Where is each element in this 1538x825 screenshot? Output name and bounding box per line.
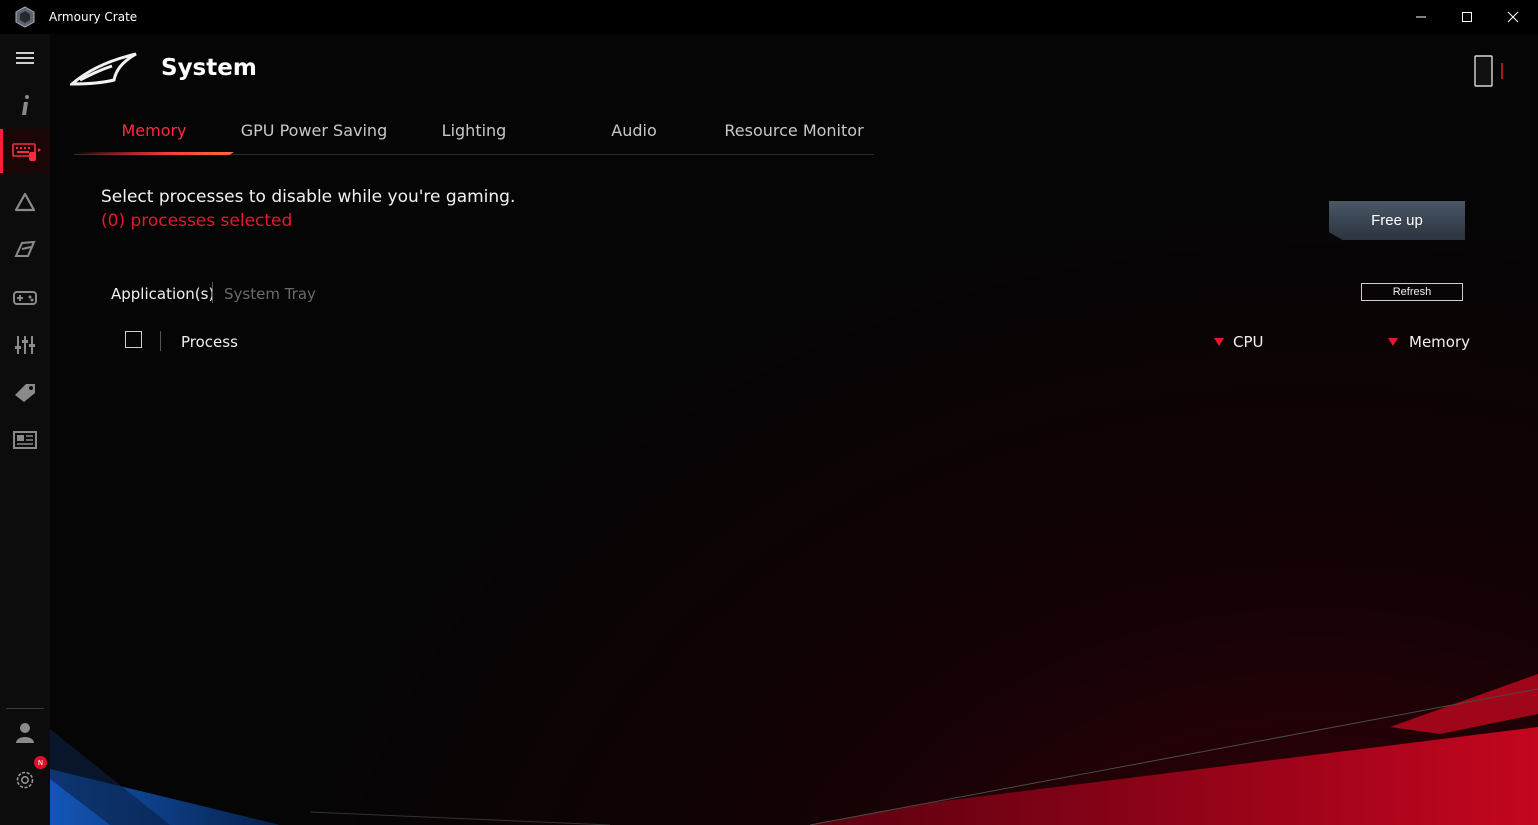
armoury-crate-logo-icon [15, 6, 35, 28]
column-header-memory-label: Memory [1409, 333, 1471, 351]
instruction-text: Select processes to disable while you're… [101, 187, 516, 207]
tab-audio[interactable]: Audio [554, 121, 714, 140]
sidebar-item-info[interactable] [0, 83, 50, 127]
subtab-divider [212, 282, 213, 303]
window-title: Armoury Crate [49, 10, 138, 24]
selected-count: (0) processes selected [101, 211, 293, 231]
maximize-button[interactable] [1444, 0, 1490, 34]
subtab-applications[interactable]: Application(s) [111, 285, 214, 303]
sort-down-icon [1388, 338, 1398, 346]
gamepad-icon [13, 291, 37, 305]
sidebar-item-system[interactable] [0, 129, 50, 173]
sidebar-item-aura[interactable] [0, 180, 50, 224]
sidebar-menu-button[interactable] [0, 36, 50, 80]
tab-bar: Memory GPU Power Saving Lighting Audio R… [74, 118, 874, 155]
sidebar-item-game-library[interactable] [0, 275, 50, 319]
column-divider [160, 331, 161, 351]
sliders-icon [15, 336, 35, 354]
info-icon [22, 95, 29, 115]
sidebar-item-scenario[interactable] [0, 227, 50, 271]
close-button[interactable] [1490, 0, 1536, 34]
tab-resource-monitor[interactable]: Resource Monitor [714, 121, 874, 140]
sort-down-icon [1214, 338, 1224, 346]
sidebar-item-user[interactable] [0, 710, 50, 754]
rog-logo [70, 52, 137, 86]
tab-gpu-power-saving[interactable]: GPU Power Saving [234, 121, 394, 140]
scenario-icon [14, 240, 36, 257]
refresh-button[interactable]: Refresh [1361, 283, 1463, 301]
free-up-button[interactable]: Free up [1329, 201, 1465, 240]
minimize-button[interactable] [1398, 0, 1444, 34]
main-content: System Memory GPU Power Saving Lighting … [50, 34, 1538, 825]
sidebar-item-settings-sliders[interactable] [0, 323, 50, 367]
keyboard-icon [11, 143, 41, 161]
device-icon[interactable] [1474, 55, 1508, 89]
tab-memory[interactable]: Memory [74, 121, 234, 140]
tag-icon [15, 384, 35, 402]
subtab-system-tray[interactable]: System Tray [224, 285, 316, 303]
active-tab-indicator [74, 152, 234, 155]
settings-icon [16, 771, 34, 789]
tab-lighting[interactable]: Lighting [394, 121, 554, 140]
menu-icon [16, 52, 34, 64]
sidebar-divider [6, 708, 44, 709]
column-header-cpu[interactable]: CPU [1214, 333, 1264, 351]
select-all-checkbox[interactable] [125, 331, 142, 348]
title-bar: Armoury Crate [0, 0, 1538, 34]
close-icon [1507, 11, 1519, 23]
notification-badge: N [34, 756, 47, 769]
sidebar: N [0, 34, 51, 825]
column-header-cpu-label: CPU [1233, 333, 1264, 351]
column-header-memory[interactable]: Memory [1388, 333, 1470, 351]
minimize-icon [1416, 16, 1426, 18]
news-icon [13, 431, 37, 449]
sidebar-item-news[interactable] [0, 418, 50, 462]
column-header-process[interactable]: Process [181, 333, 238, 351]
page-title: System [161, 55, 257, 81]
maximize-icon [1462, 12, 1472, 22]
user-icon [16, 723, 34, 743]
aura-triangle-icon [14, 192, 36, 212]
sidebar-item-deals[interactable] [0, 370, 50, 414]
